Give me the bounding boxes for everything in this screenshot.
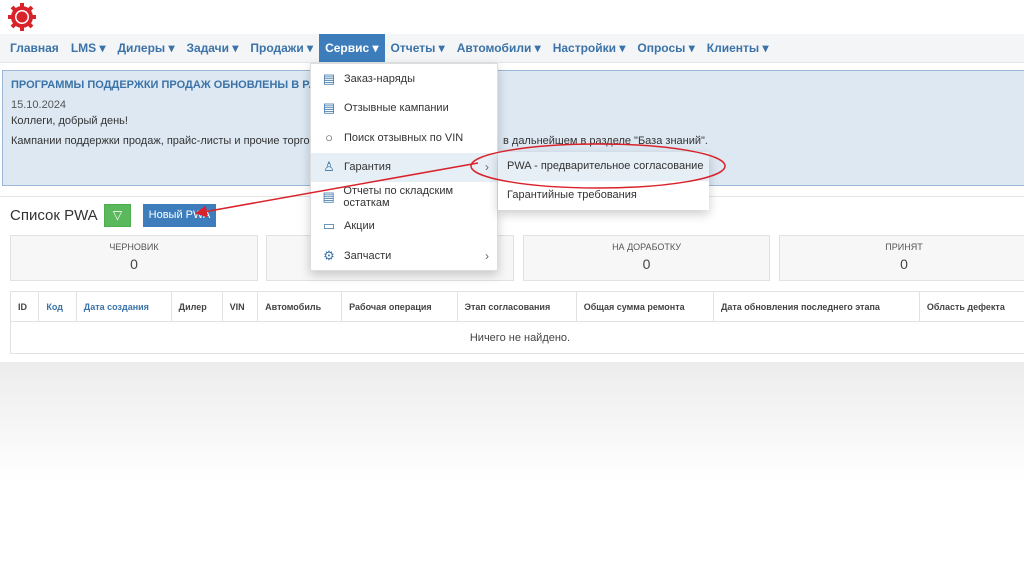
col-updated: Дата обновления последнего этапа — [712, 291, 920, 322]
menu-item-promotions[interactable]: ▭ Акции — [311, 212, 497, 242]
banner-text-start: Кампании поддержки продаж, прайс-листы и… — [11, 135, 339, 147]
menu-item-warranty[interactable]: ♙ Гарантия › — [311, 152, 497, 182]
menu-label: Гарантия — [344, 161, 391, 174]
banner-text-end: в дальнейшем в разделе "База знаний". — [503, 135, 708, 147]
col-total: Общая сумма ремонта — [575, 291, 714, 322]
table-header-row: ID Код Дата создания Дилер VIN Автомобил… — [9, 291, 1024, 322]
submenu-item-warranty-claims[interactable]: Гарантийные требования — [498, 181, 709, 210]
car-doc-icon: ▤ — [322, 188, 335, 204]
nav-home[interactable]: Главная — [4, 34, 65, 62]
search-icon: ○ — [325, 130, 333, 146]
new-pwa-button[interactable]: Новый PWA — [143, 204, 216, 227]
col-code[interactable]: Код — [38, 291, 77, 322]
nav-dealers[interactable]: Дилеры ▾ — [112, 34, 181, 62]
menu-item-stock-reports[interactable]: ▤ Отчеты по складским остаткам — [311, 182, 497, 212]
main-nav: Главная LMS ▾ Дилеры ▾ Задачи ▾ Продажи … — [0, 34, 1024, 63]
service-dropdown: ▤ Заказ-наряды ▤ Отзывные кампании ○ Поиск … — [310, 63, 498, 271]
card-value: 0 — [642, 256, 651, 272]
menu-item-work-orders[interactable]: ▤ Заказ-наряды — [311, 64, 497, 94]
chevron-right-icon: › — [485, 248, 489, 263]
nav-surveys[interactable]: Опросы ▾ — [631, 34, 700, 62]
warranty-submenu: PWA - предварительное согласование Гаран… — [498, 152, 709, 210]
submenu-item-pwa[interactable]: PWA - предварительное согласование — [498, 152, 709, 181]
car-doc-icon: ▤ — [322, 100, 336, 116]
col-operation: Рабочая операция — [341, 291, 458, 322]
pwa-table: ID Код Дата создания Дилер VIN Автомобил… — [9, 291, 1024, 354]
empty-message: Ничего не найдено. — [10, 321, 1024, 354]
filter-button[interactable]: ▽ — [104, 204, 131, 227]
card-value: 0 — [900, 256, 908, 272]
nav-lms[interactable]: LMS ▾ — [65, 34, 112, 62]
footer-background — [0, 362, 1024, 482]
col-defect: Область дефекта — [918, 291, 1024, 322]
nav-clients[interactable]: Клиенты ▾ — [701, 34, 775, 62]
hand-person-icon: ♙ — [323, 159, 335, 175]
nav-sales[interactable]: Продажи ▾ — [244, 34, 319, 62]
card-label: ПРИНЯТ — [885, 242, 923, 252]
col-created[interactable]: Дата создания — [75, 291, 172, 322]
menu-item-parts[interactable]: ⚙ Запчасти › — [311, 241, 497, 271]
menu-label: Акции — [344, 220, 375, 233]
card-label: ЧЕРНОВИК — [109, 242, 159, 252]
nav-tasks[interactable]: Задачи ▾ — [181, 34, 245, 62]
banner-title[interactable]: ПРОГРАММЫ ПОДДЕРЖКИ ПРОДАЖ ОБНОВЛЕНЫ В Р… — [11, 79, 1023, 91]
status-card-accepted[interactable]: ПРИНЯТ 0 — [779, 235, 1024, 281]
menu-label: Запчасти — [344, 249, 392, 262]
menu-label: Отзывные кампании — [344, 102, 449, 115]
nav-cars[interactable]: Автомобили ▾ — [451, 34, 547, 62]
banner-greeting: Коллеги, добрый день! — [11, 115, 128, 127]
page-title: Список PWA — [10, 207, 98, 224]
pwa-list-section: Список PWA ▽ Новый PWA ЧЕРНОВИК 0 НА ДОРА… — [0, 196, 1024, 362]
menu-item-vin-search[interactable]: ○ Поиск отзывных по VIN — [311, 123, 497, 153]
col-dealer: Дилер — [170, 291, 223, 322]
car-doc-icon: ▤ — [322, 70, 336, 86]
logo-icon — [8, 3, 36, 31]
gear-icon: ⚙ — [323, 247, 335, 263]
banner-text: Кампании поддержки продаж, прайс-листы и… — [11, 135, 1023, 147]
filter-icon: ▽ — [112, 208, 123, 222]
card-value: 0 — [130, 256, 138, 272]
nav-settings[interactable]: Настройки ▾ — [547, 34, 632, 62]
col-id: ID — [9, 291, 40, 322]
status-card-rework[interactable]: НА ДОРАБОТКУ 0 — [523, 235, 770, 281]
menu-item-recalls[interactable]: ▤ Отзывные кампании — [311, 94, 497, 124]
menu-label: Поиск отзывных по VIN — [344, 131, 464, 144]
card-label: НА ДОРАБОТКУ — [612, 242, 681, 252]
col-stage: Этап согласования — [456, 291, 577, 322]
nav-service[interactable]: Сервис ▾ — [319, 34, 385, 62]
status-card-draft[interactable]: ЧЕРНОВИК 0 — [10, 235, 258, 281]
nav-reports[interactable]: Отчеты ▾ — [385, 34, 451, 62]
banner-date: 15.10.2024 — [11, 99, 67, 111]
table-row: Ничего не найдено. — [10, 321, 1024, 354]
promo-icon: ▭ — [322, 218, 336, 234]
chevron-right-icon: › — [485, 160, 489, 175]
col-vin: VIN — [221, 291, 259, 322]
menu-label: Отчеты по складским остаткам — [343, 184, 454, 209]
menu-label: Заказ-наряды — [344, 72, 415, 85]
col-car: Автомобиль — [257, 291, 343, 322]
